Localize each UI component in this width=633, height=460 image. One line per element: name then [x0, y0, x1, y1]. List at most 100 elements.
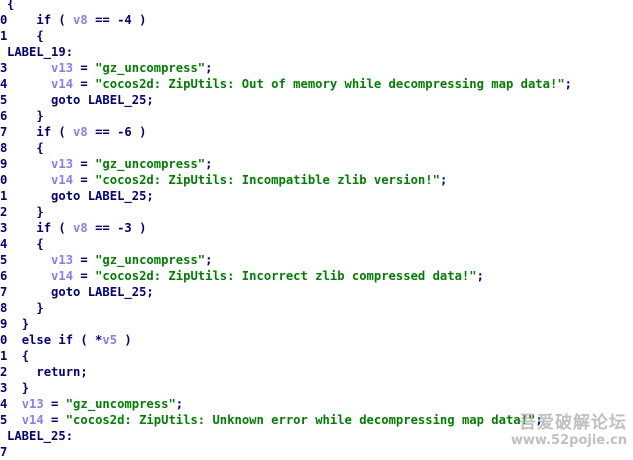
code-line[interactable]: 4 v13 = "gz_uncompress";	[0, 396, 633, 412]
code-text: goto LABEL_25;	[7, 92, 154, 108]
code-line[interactable]: 3 }	[0, 380, 633, 396]
string-literal: "gz_uncompress"	[95, 61, 206, 75]
code-token: ;	[476, 269, 484, 283]
variable-token: v14	[51, 269, 74, 283]
code-text: if ( v8 == -3 )	[7, 220, 146, 236]
code-text: }	[7, 204, 43, 220]
code-token: if (	[36, 13, 74, 27]
code-line[interactable]: 8 {	[0, 140, 633, 156]
code-text: {	[7, 0, 14, 12]
variable-token: v13	[21, 397, 44, 411]
code-token: return;	[36, 365, 88, 379]
code-text: }	[7, 108, 44, 124]
variable-token: v13	[51, 157, 74, 171]
code-token: =	[43, 397, 66, 411]
line-number-fragment: 7	[0, 285, 7, 299]
code-text: else if ( *v5 )	[7, 332, 132, 348]
code-text: LABEL_25:	[7, 428, 73, 444]
code-token: ;	[535, 413, 543, 427]
code-line[interactable]: 6 v14 = "cocos2d: ZipUtils: Incorrect zl…	[0, 268, 633, 284]
code-line[interactable]: 5 v13 = "gz_uncompress";	[0, 252, 633, 268]
line-number-fragment: 4	[0, 77, 7, 91]
code-text: }	[7, 380, 29, 396]
code-line[interactable]: 9 }	[0, 316, 633, 332]
line-number-fragment: 9	[0, 317, 7, 331]
code-line[interactable]: LABEL_25:	[0, 428, 633, 444]
string-literal: "gz_uncompress"	[65, 397, 176, 411]
code-token: =	[73, 173, 96, 187]
code-token: =	[73, 61, 96, 75]
code-token: ;	[205, 253, 213, 267]
code-line[interactable]: 0 else if ( *v5 )	[0, 332, 633, 348]
variable-token: v14	[51, 173, 74, 187]
line-number-fragment: 2	[0, 365, 7, 379]
code-token: )	[117, 333, 132, 347]
code-text: }	[7, 316, 29, 332]
code-line[interactable]: 3 v13 = "gz_uncompress";	[0, 60, 633, 76]
variable-token: v8	[73, 13, 88, 27]
code-token: else if ( *	[21, 333, 103, 347]
code-token: }	[21, 317, 30, 331]
code-text: goto LABEL_25;	[7, 284, 154, 300]
pseudocode-view[interactable]: {0 if ( v8 == -4 ) 1 {LABEL_19: 3 v13 = "g…	[0, 0, 633, 460]
line-number-fragment: 8	[0, 301, 7, 315]
code-line[interactable]: 4 v14 = "cocos2d: ZipUtils: Out of memor…	[0, 76, 633, 92]
code-token: {	[7, 0, 15, 11]
string-literal: "gz_uncompress"	[95, 253, 206, 267]
code-line[interactable]: 6 }	[0, 108, 633, 124]
line-number-fragment: 8	[0, 141, 7, 155]
code-token: == -3 )	[87, 221, 147, 235]
code-line[interactable]: 0 v14 = "cocos2d: ZipUtils: Incompatible…	[0, 172, 633, 188]
code-line[interactable]: 4 {	[0, 236, 633, 252]
code-line[interactable]: 2 }	[0, 204, 633, 220]
code-line[interactable]: 0 if ( v8 == -4 )	[0, 12, 633, 28]
code-text: return;	[7, 364, 88, 380]
code-line[interactable]: 1 {	[0, 348, 633, 364]
string-literal: "gz_uncompress"	[95, 157, 206, 171]
code-text: LABEL_19:	[7, 44, 73, 60]
string-literal: "cocos2d: ZipUtils: Out of memory while …	[95, 77, 565, 91]
code-token: {	[36, 141, 44, 155]
code-line[interactable]: 1 goto LABEL_25;	[0, 188, 633, 204]
code-line[interactable]: LABEL_19:	[0, 44, 633, 60]
code-token: LABEL_19:	[7, 45, 74, 59]
variable-token: v14	[21, 413, 44, 427]
line-number-fragment: 4	[0, 237, 7, 251]
code-line[interactable]: 3 if ( v8 == -3 )	[0, 220, 633, 236]
code-token: ;	[205, 157, 213, 171]
code-token: if (	[36, 221, 74, 235]
code-line[interactable]: 7	[0, 444, 633, 460]
variable-token: v14	[51, 77, 74, 91]
line-number-fragment: 4	[0, 397, 7, 411]
code-line[interactable]: 5 v14 = "cocos2d: ZipUtils: Unknown erro…	[0, 412, 633, 428]
code-text: v13 = "gz_uncompress";	[7, 252, 212, 268]
code-text: {	[7, 236, 43, 252]
code-text: {	[7, 348, 29, 364]
line-number-fragment: 6	[0, 109, 7, 123]
line-number-fragment: 0	[0, 13, 7, 27]
variable-token: v5	[102, 333, 118, 347]
string-literal: "cocos2d: ZipUtils: Incorrect zlib compr…	[95, 269, 477, 283]
code-token: =	[73, 157, 96, 171]
code-text: v14 = "cocos2d: ZipUtils: Unknown error …	[7, 412, 543, 428]
code-line[interactable]: 5 goto LABEL_25;	[0, 92, 633, 108]
code-line[interactable]: 7 goto LABEL_25;	[0, 284, 633, 300]
code-token: ;	[175, 397, 184, 411]
line-number-fragment: 3	[0, 61, 7, 75]
code-token: LABEL_25:	[7, 429, 74, 443]
line-number-fragment: 2	[0, 205, 7, 219]
code-token: ;	[564, 77, 573, 91]
code-line[interactable]: 2 return;	[0, 364, 633, 380]
code-token: }	[36, 109, 44, 123]
code-text: v13 = "gz_uncompress";	[7, 156, 212, 172]
code-text: v14 = "cocos2d: ZipUtils: Out of memory …	[7, 76, 572, 92]
code-text: v13 = "gz_uncompress";	[7, 60, 212, 76]
code-token: == -4 )	[87, 13, 147, 27]
code-line[interactable]: 1 {	[0, 28, 633, 44]
variable-token: v13	[51, 253, 74, 267]
code-line[interactable]: 7 if ( v8 == -6 )	[0, 124, 633, 140]
code-line[interactable]: 8 }	[0, 300, 633, 316]
code-line[interactable]: {	[0, 0, 633, 12]
code-line[interactable]: 9 v13 = "gz_uncompress";	[0, 156, 633, 172]
line-number-fragment: 7	[0, 125, 7, 139]
